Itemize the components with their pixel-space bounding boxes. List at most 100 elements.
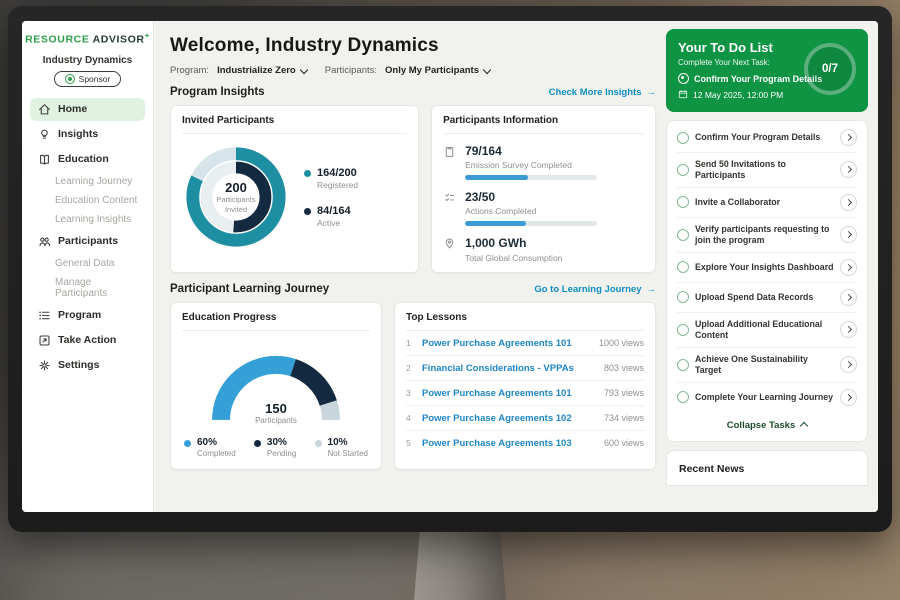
go-to-learning-journey-link[interactable]: Go to Learning Journey → — [534, 284, 656, 295]
section-title: Program Insights — [170, 86, 265, 98]
chevron-right-icon — [845, 134, 852, 141]
task-open-button[interactable] — [840, 226, 857, 243]
task-label: Achieve One Sustainability Target — [695, 354, 834, 376]
invited-participants-donut-chart: 200 Participants Invited — [182, 143, 290, 251]
legend-value: 84/164 — [317, 205, 351, 217]
action-arrow-icon — [38, 334, 51, 347]
task-item-send-invitations[interactable]: Send 50 Invitations to Participants — [677, 153, 857, 188]
sidebar-item-label: Program — [58, 309, 101, 321]
task-open-button[interactable] — [840, 389, 857, 406]
task-item-upload-educational-content[interactable]: Upload Additional Educational Content — [677, 313, 857, 348]
sidebar-item-general-data[interactable]: General Data — [22, 254, 153, 273]
lesson-rank: 2 — [406, 363, 414, 373]
task-label: Complete Your Learning Journey — [695, 392, 834, 403]
stat-label: Actions Completed — [465, 206, 597, 216]
task-radio[interactable] — [677, 324, 689, 336]
lesson-link[interactable]: Power Purchase Agreements 101 — [422, 338, 591, 349]
todo-progress-value: 0/7 — [822, 63, 838, 75]
task-radio[interactable] — [677, 229, 689, 241]
sidebar-item-insights[interactable]: Insights — [30, 123, 145, 146]
sidebar-item-education-content[interactable]: Education Content — [22, 191, 153, 210]
task-label: Send 50 Invitations to Participants — [695, 159, 834, 181]
task-item-achieve-sustainability-target[interactable]: Achieve One Sustainability Target — [677, 348, 857, 383]
sidebar-item-label: Participants — [58, 235, 118, 247]
sidebar-item-home[interactable]: Home — [30, 98, 145, 121]
task-radio[interactable] — [677, 132, 689, 144]
stat-label: Total Global Consumption — [465, 253, 562, 263]
program-select-value: Industrialize Zero — [217, 65, 296, 76]
brand-primary: RESOURCE — [25, 34, 89, 46]
arrow-right-icon: → — [647, 87, 657, 98]
task-item-verify-participants[interactable]: Verify participants requesting to join t… — [677, 218, 857, 253]
stat-label: Emission Survey Completed — [465, 160, 597, 170]
task-open-button[interactable] — [840, 194, 857, 211]
lesson-views: 803 views — [604, 363, 644, 373]
task-item-confirm-program-details[interactable]: Confirm Your Program Details — [677, 123, 857, 153]
task-radio[interactable] — [677, 359, 689, 371]
task-open-button[interactable] — [840, 259, 857, 276]
task-item-complete-learning-journey[interactable]: Complete Your Learning Journey — [677, 383, 857, 412]
main-column: Welcome, Industry Dynamics Program: Indu… — [154, 21, 666, 512]
chevron-right-icon — [845, 231, 852, 238]
lesson-row: 4 Power Purchase Agreements 102 734 view… — [406, 406, 644, 431]
sidebar-item-settings[interactable]: Settings — [30, 354, 145, 377]
donut-center-label: Participants Invited — [210, 195, 262, 214]
arrow-right-icon: → — [647, 284, 657, 295]
task-open-button[interactable] — [840, 129, 857, 146]
task-open-button[interactable] — [840, 161, 857, 178]
task-radio[interactable] — [677, 291, 689, 303]
legend-item: 60% Completed — [184, 437, 236, 458]
sidebar-item-label: Settings — [58, 359, 99, 371]
sidebar-item-education[interactable]: Education — [30, 148, 145, 171]
task-radio[interactable] — [677, 196, 689, 208]
filters-row: Program: Industrialize Zero Participants… — [170, 65, 656, 76]
task-open-button[interactable] — [840, 289, 857, 306]
participants-select[interactable]: Only My Participants — [385, 65, 490, 76]
sidebar-nav: Home Insights Education Learning Journey… — [22, 97, 153, 378]
task-label: Explore Your Insights Dashboard — [695, 262, 834, 273]
sidebar-item-program[interactable]: Program — [30, 304, 145, 327]
collapse-tasks-button[interactable]: Collapse Tasks — [677, 412, 857, 439]
education-progress-gauge-chart: 150 Participants — [196, 341, 356, 427]
lesson-views: 793 views — [604, 388, 644, 398]
legend-dot — [254, 440, 261, 447]
sponsor-badge[interactable]: Sponsor — [54, 71, 122, 87]
task-radio[interactable] — [677, 164, 689, 176]
task-open-button[interactable] — [840, 321, 857, 338]
task-item-upload-spend-data[interactable]: Upload Spend Data Records — [677, 283, 857, 313]
sidebar-item-participants[interactable]: Participants — [30, 230, 145, 253]
check-more-insights-link[interactable]: Check More Insights → — [549, 87, 656, 98]
todo-summary-card: Your To Do List Complete Your Next Task:… — [666, 29, 868, 112]
program-insights-header: Program Insights Check More Insights → — [170, 86, 656, 98]
card-title: Education Progress — [182, 312, 370, 331]
lesson-row: 3 Power Purchase Agreements 101 793 view… — [406, 381, 644, 406]
insights-cards-row: Invited Participants — [170, 105, 656, 273]
todo-tasks-card: Confirm Your Program Details Send 50 Inv… — [666, 120, 868, 442]
task-item-explore-insights[interactable]: Explore Your Insights Dashboard — [677, 253, 857, 283]
legend-item: 84/164 Active — [304, 205, 358, 228]
sidebar-item-take-action[interactable]: Take Action — [30, 329, 145, 352]
stat-value: 1,000 GWh — [465, 237, 562, 250]
program-select[interactable]: Industrialize Zero — [217, 65, 307, 76]
calendar-icon — [678, 89, 688, 101]
donut-legend: 164/200 Registered 84/164 Active — [304, 167, 358, 228]
lesson-link[interactable]: Financial Considerations - VPPAs — [422, 363, 596, 374]
lesson-link[interactable]: Power Purchase Agreements 102 — [422, 413, 596, 424]
sidebar-item-learning-journey[interactable]: Learning Journey — [22, 172, 153, 191]
sidebar-item-learning-insights[interactable]: Learning Insights — [22, 210, 153, 229]
task-item-invite-collaborator[interactable]: Invite a Collaborator — [677, 188, 857, 218]
task-open-button[interactable] — [840, 356, 857, 373]
task-radio[interactable] — [677, 391, 689, 403]
gauge-legend: 60% Completed 30% Pending — [182, 427, 370, 458]
home-icon — [38, 103, 51, 116]
gear-icon — [38, 359, 51, 372]
top-lessons-card: Top Lessons 1 Power Purchase Agreements … — [394, 302, 656, 470]
actions-icon — [443, 191, 457, 205]
task-radio[interactable] — [677, 261, 689, 273]
lesson-link[interactable]: Power Purchase Agreements 103 — [422, 438, 596, 449]
chevron-right-icon — [845, 199, 852, 206]
book-icon — [38, 153, 51, 166]
lesson-link[interactable]: Power Purchase Agreements 101 — [422, 388, 596, 399]
brand-secondary: ADVISOR — [93, 34, 145, 46]
sidebar-item-manage-participants[interactable]: Manage Participants — [22, 273, 153, 303]
